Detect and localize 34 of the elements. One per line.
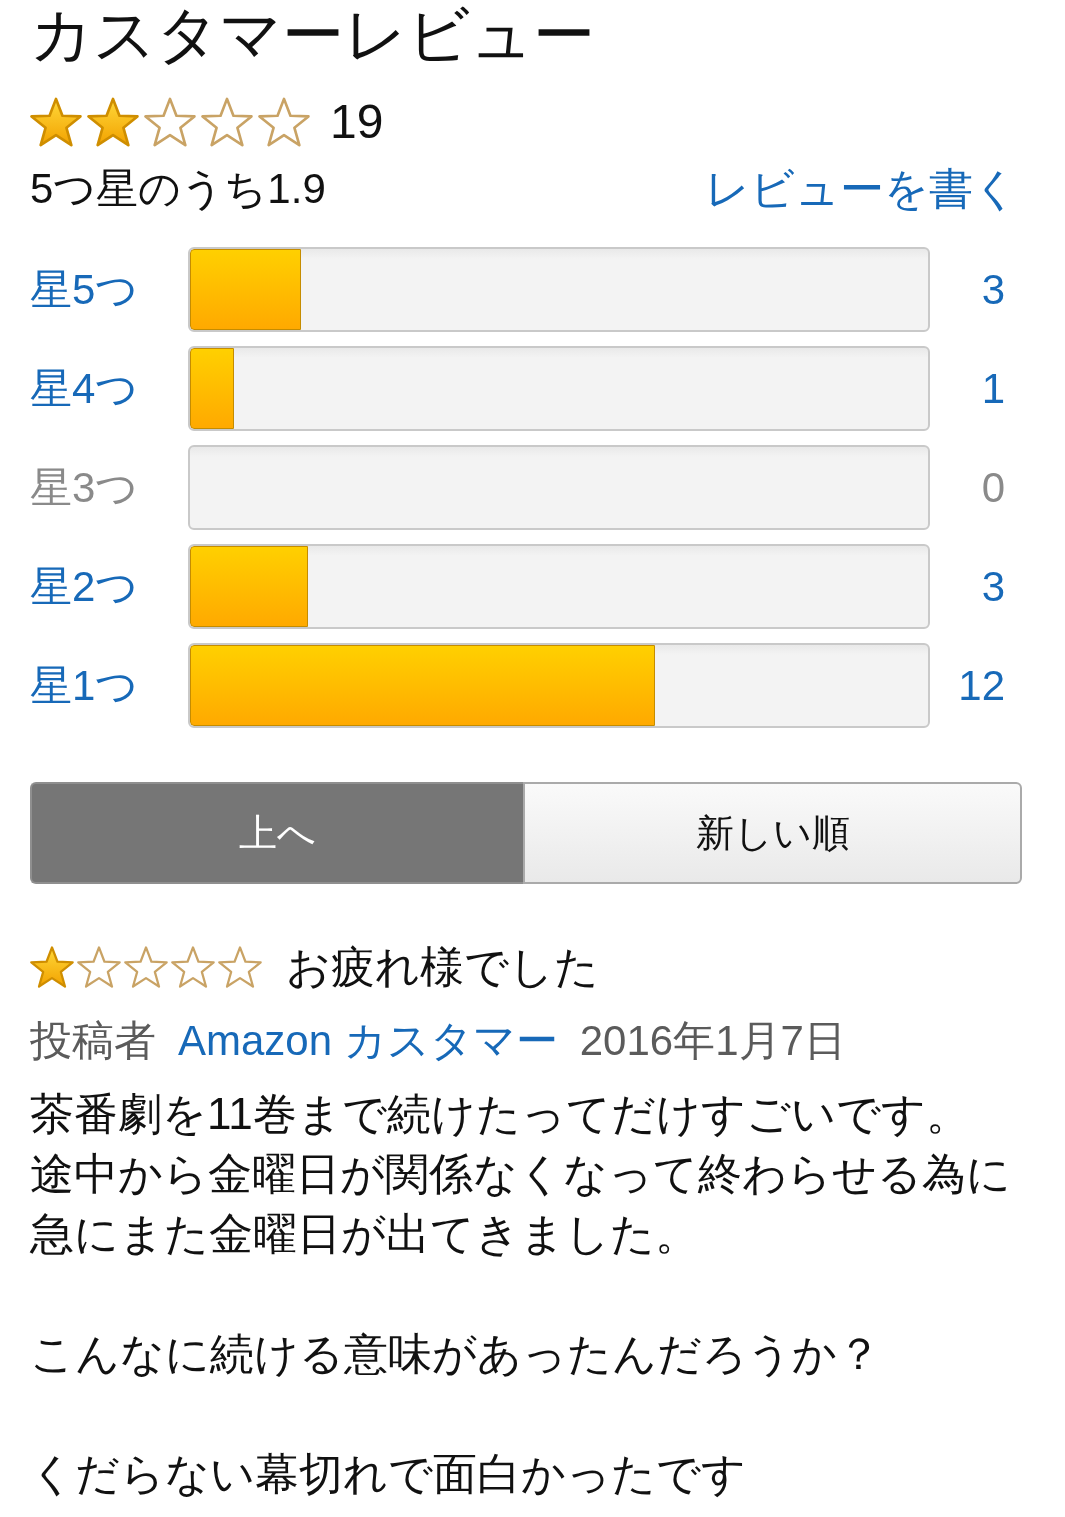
average-rating: 5つ星のうち1.9 bbox=[30, 164, 326, 214]
author-link[interactable]: Amazon カスタマー bbox=[178, 1015, 558, 1067]
review-title: お疲れ様でした bbox=[286, 941, 599, 993]
star-filter-link[interactable]: 星1つ bbox=[30, 660, 139, 711]
filled-star-icon bbox=[30, 97, 82, 147]
review-text: こんなに続ける意味があったんだろうか？ bbox=[30, 1328, 882, 1380]
review-count-link[interactable]: 3 bbox=[981, 561, 1005, 612]
empty-star-icon bbox=[144, 97, 196, 147]
review-text: 途中から金曜日が関係なくなって終わらせる為に急にまた金曜日が出てきました。 bbox=[30, 1148, 1012, 1260]
write-review-link[interactable]: レビューを書く bbox=[705, 163, 1018, 215]
empty-star-icon bbox=[77, 946, 121, 988]
review-count: 0 bbox=[981, 462, 1005, 513]
star-filter-link[interactable]: 星5つ bbox=[30, 264, 139, 315]
review-count-link[interactable]: 1 bbox=[981, 363, 1005, 414]
empty-star-icon bbox=[124, 946, 168, 988]
star-filter-link[interactable]: 星4つ bbox=[30, 363, 139, 414]
review-text: くだらない幕切れで面白かったです bbox=[30, 1448, 747, 1500]
star-filter-link[interactable]: 星2つ bbox=[30, 561, 139, 612]
rating-count: 19 bbox=[330, 94, 384, 150]
sort-tab[interactable]: 上へ bbox=[30, 782, 523, 884]
empty-star-icon bbox=[258, 97, 310, 147]
empty-star-icon bbox=[201, 97, 253, 147]
empty-star-icon bbox=[218, 946, 262, 988]
review-text: 茶番劇を11巻まで続けたってだけすごいです。 bbox=[30, 1088, 971, 1140]
star-filter-label: 星3つ bbox=[30, 462, 139, 513]
empty-star-icon bbox=[171, 946, 215, 988]
page-title: カスタマーレビュー bbox=[30, 0, 596, 70]
byline-label: 投稿者 bbox=[30, 1016, 156, 1066]
review-date: 2016年1月7日 bbox=[579, 1016, 846, 1066]
filled-star-icon bbox=[30, 946, 74, 988]
sort-tab[interactable]: 新しい順 bbox=[523, 782, 1022, 884]
filled-star-icon bbox=[87, 97, 139, 147]
review-count-link[interactable]: 12 bbox=[958, 660, 1005, 711]
review-count-link[interactable]: 3 bbox=[981, 264, 1005, 315]
